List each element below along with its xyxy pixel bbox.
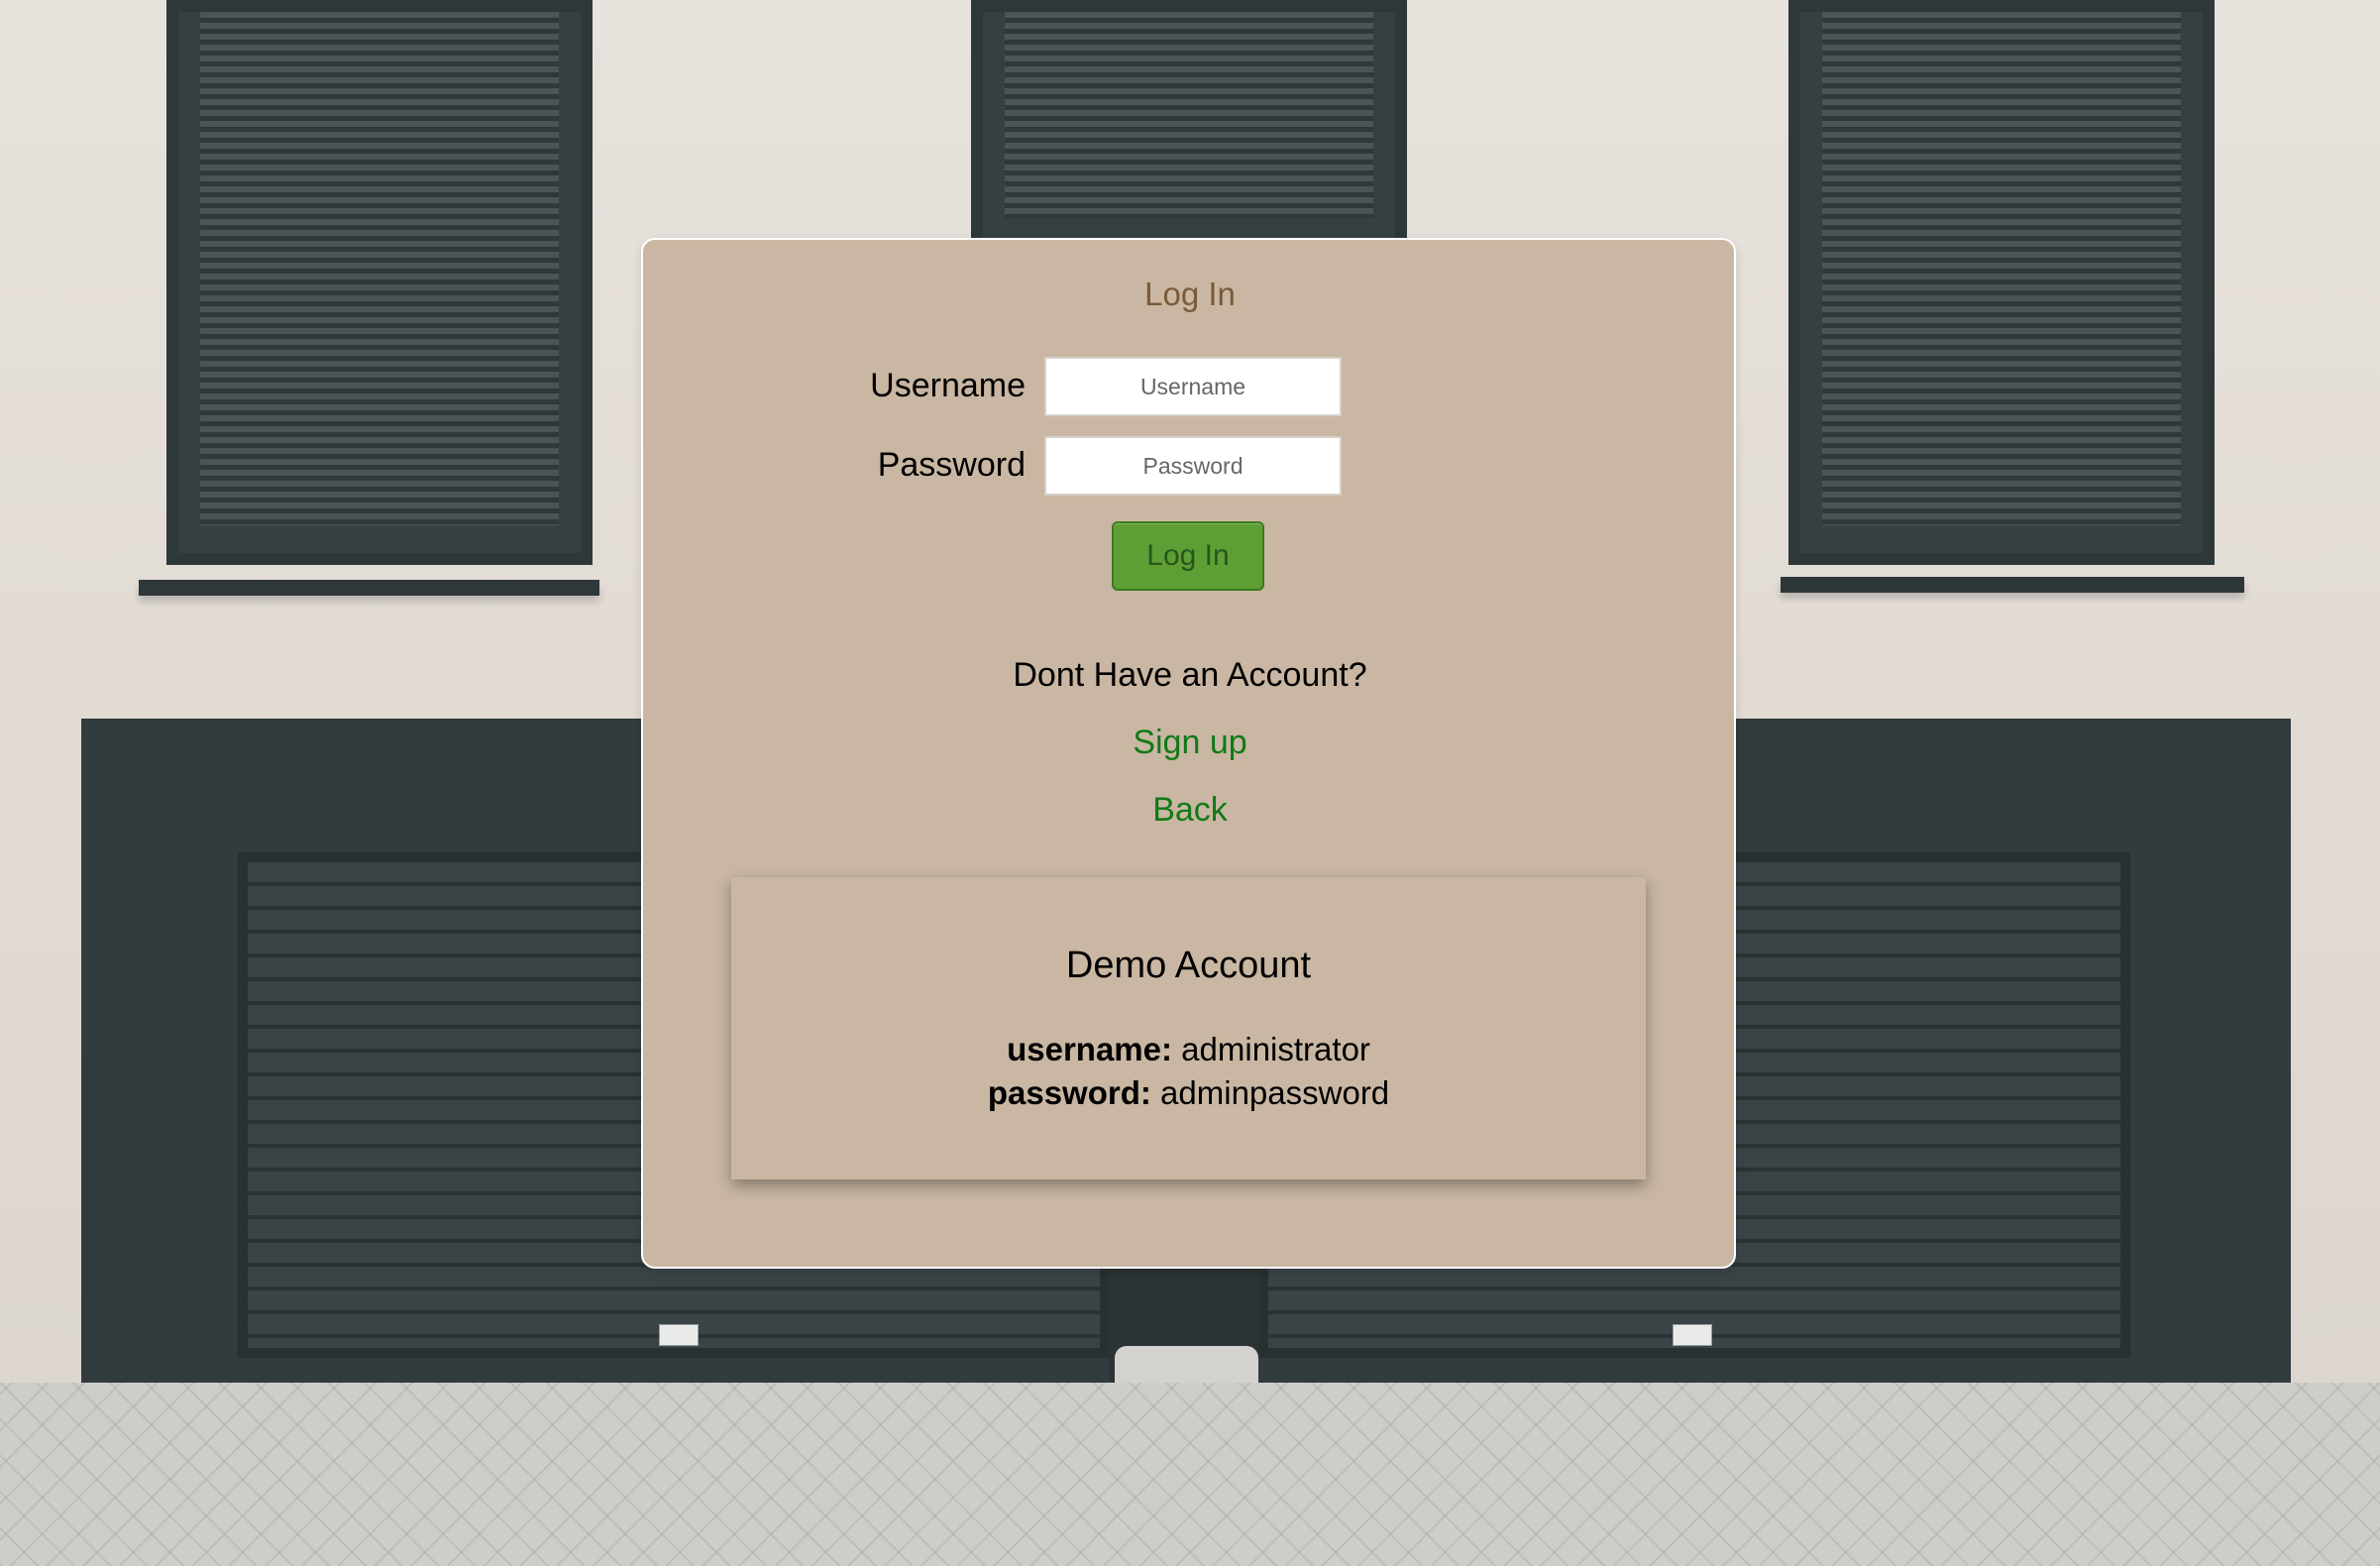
demo-account-title: Demo Account: [1065, 945, 1312, 986]
password-input[interactable]: [1044, 436, 1342, 496]
left-window-sill: [139, 580, 599, 596]
demo-account-panel: Demo Account username: administrator pas…: [731, 877, 1646, 1179]
no-account-prompt: Dont Have an Account?: [1013, 656, 1367, 694]
demo-password-line: password: adminpassword: [731, 1074, 1646, 1112]
center-window: [971, 0, 1407, 258]
back-link[interactable]: Back: [0, 791, 2380, 830]
right-window-sill: [1781, 577, 2244, 593]
pavement: [0, 1383, 2380, 1566]
demo-username-line: username: administrator: [731, 1031, 1646, 1068]
login-button[interactable]: Log In: [1112, 521, 1264, 591]
right-door-sign: [1673, 1324, 1712, 1346]
demo-username-value: administrator: [1181, 1031, 1370, 1067]
username-label: Username: [870, 367, 1026, 404]
background-scene: Log In Username Password Log In Dont Hav…: [0, 0, 2380, 1566]
demo-username-key: username:: [1007, 1031, 1172, 1067]
username-input[interactable]: [1044, 357, 1342, 416]
signup-link[interactable]: Sign up: [0, 724, 2380, 762]
password-label: Password: [877, 446, 1026, 484]
demo-password-value: adminpassword: [1160, 1074, 1390, 1111]
left-door-sign: [659, 1324, 699, 1346]
login-title: Log In: [1144, 276, 1236, 312]
demo-password-key: password:: [987, 1074, 1151, 1111]
